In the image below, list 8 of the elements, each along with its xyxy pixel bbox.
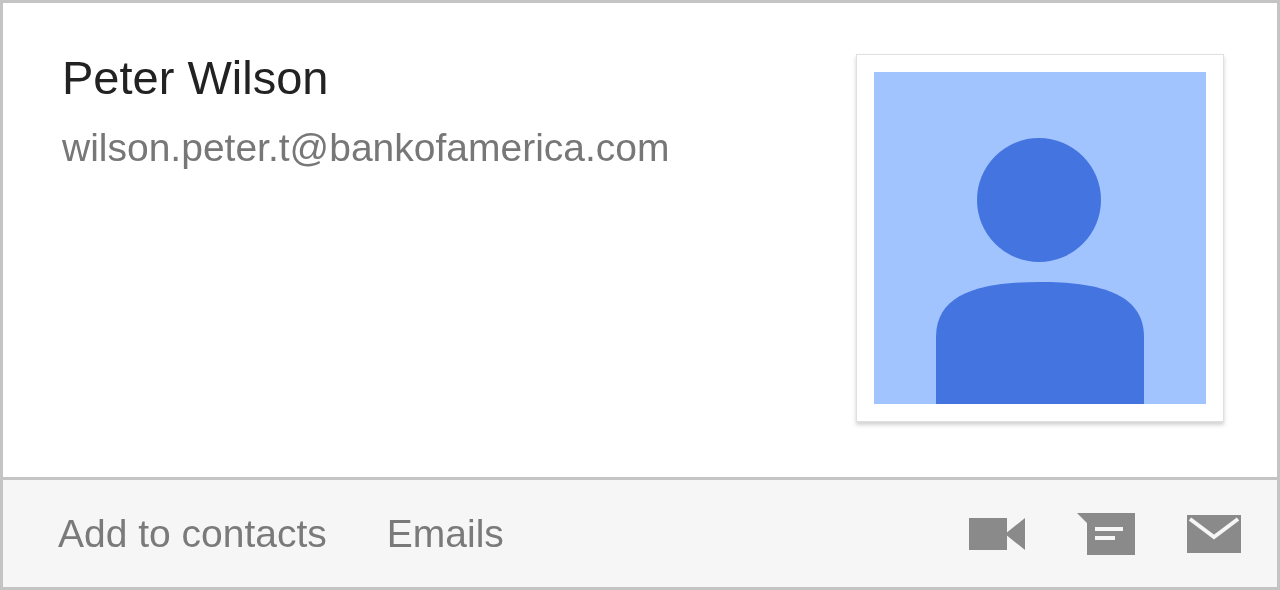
video-camera-icon[interactable] xyxy=(969,515,1025,552)
contact-email: wilson.peter.t@bankofamerica.com xyxy=(62,125,670,171)
avatar-icon xyxy=(874,72,1206,404)
chat-bubble-icon[interactable] xyxy=(1077,512,1135,555)
mail-icon[interactable] xyxy=(1187,514,1241,553)
action-link[interactable]: Emails xyxy=(386,511,504,555)
contact-name: Peter Wilson xyxy=(62,51,330,105)
action-link[interactable]: Add to contacts xyxy=(58,511,327,555)
